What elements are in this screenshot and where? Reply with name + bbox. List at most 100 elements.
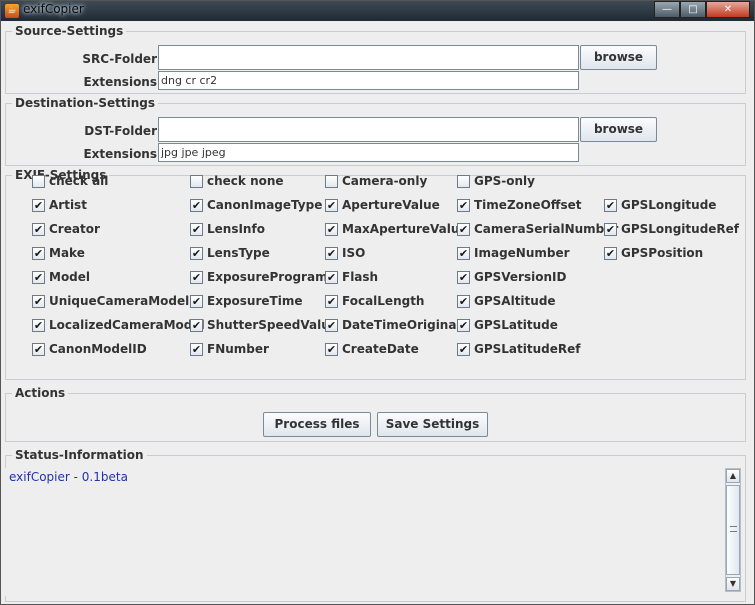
- checkbox-checked-icon[interactable]: ✔: [190, 294, 203, 308]
- checkbox-checked-icon[interactable]: ✔: [190, 318, 203, 332]
- checkbox-checked-icon[interactable]: ✔: [457, 294, 470, 308]
- checkbox-item[interactable]: ✔ LensType: [190, 245, 270, 261]
- checkbox-checked-icon[interactable]: ✔: [32, 294, 45, 308]
- checkbox-item[interactable]: ✔ LensInfo: [190, 221, 265, 237]
- checkbox-checked-icon[interactable]: ✔: [325, 246, 338, 260]
- checkbox-checked-icon[interactable]: ✔: [457, 222, 470, 236]
- checkbox-item[interactable]: Camera-only: [325, 173, 427, 189]
- checkbox-item[interactable]: ✔ MaxApertureValue: [325, 221, 468, 237]
- src-extensions-input[interactable]: dng cr cr2: [158, 71, 579, 90]
- checkbox-checked-icon[interactable]: ✔: [457, 270, 470, 284]
- checkbox-checked-icon[interactable]: ✔: [325, 198, 338, 212]
- checkbox-item[interactable]: ✔ CanonImageType: [190, 197, 322, 213]
- checkbox-label: ExposureTime: [207, 294, 303, 308]
- checkbox-item[interactable]: ✔ Make: [32, 245, 85, 261]
- checkbox-item[interactable]: ✔ CreateDate: [325, 341, 419, 357]
- src-browse-button[interactable]: browse: [580, 45, 657, 70]
- title-bar[interactable]: ☕ exifCopier — □ ✕: [1, 1, 754, 21]
- grip-icon: [730, 526, 737, 532]
- actions-legend: Actions: [15, 386, 66, 400]
- checkbox-label: Creator: [49, 222, 100, 236]
- checkbox-checked-icon[interactable]: ✔: [190, 222, 203, 236]
- checkbox-item[interactable]: ✔ ExposureProgram: [190, 269, 328, 285]
- checkbox-checked-icon[interactable]: ✔: [325, 294, 338, 308]
- checkbox-item[interactable]: ✔ UniqueCameraModel: [32, 293, 189, 309]
- checkbox-checked-icon[interactable]: ✔: [457, 198, 470, 212]
- checkbox-item[interactable]: ✔ ShutterSpeedValue: [190, 317, 338, 333]
- checkbox-item[interactable]: ✔ GPSPosition: [604, 245, 703, 261]
- destination-settings-legend: Destination-Settings: [15, 96, 155, 110]
- checkbox-item[interactable]: ✔ ExposureTime: [190, 293, 302, 309]
- checkbox-checked-icon[interactable]: ✔: [32, 318, 45, 332]
- scroll-down-icon[interactable]: ▼: [726, 577, 740, 591]
- checkbox-checked-icon[interactable]: ✔: [190, 198, 203, 212]
- checkbox-item[interactable]: check none: [190, 173, 284, 189]
- checkbox-checked-icon[interactable]: ✔: [325, 342, 338, 356]
- checkbox-checked-icon[interactable]: ✔: [32, 342, 45, 356]
- checkbox-checked-icon[interactable]: ✔: [325, 222, 338, 236]
- checkbox-item[interactable]: ✔ GPSLatitude: [457, 317, 558, 333]
- checkbox-item[interactable]: ✔ CameraSerialNumber: [457, 221, 618, 237]
- checkbox-item[interactable]: ✔ GPSLatitudeRef: [457, 341, 581, 357]
- dst-browse-button[interactable]: browse: [580, 117, 657, 142]
- checkbox-checked-icon[interactable]: ✔: [457, 318, 470, 332]
- checkbox-checked-icon[interactable]: ✔: [457, 342, 470, 356]
- checkbox-checked-icon[interactable]: ✔: [457, 246, 470, 260]
- checkbox-item[interactable]: ✔ DateTimeOriginal: [325, 317, 461, 333]
- src-extensions-label: Extensions: [83, 75, 157, 89]
- checkbox-unchecked-icon[interactable]: [325, 174, 338, 188]
- window-title: exifCopier: [23, 2, 84, 16]
- checkbox-item[interactable]: ✔ FocalLength: [325, 293, 424, 309]
- save-settings-button[interactable]: Save Settings: [377, 412, 488, 437]
- checkbox-item[interactable]: ✔ TimeZoneOffset: [457, 197, 582, 213]
- checkbox-item[interactable]: ✔ LocalizedCameraModel: [32, 317, 205, 333]
- process-files-button[interactable]: Process files: [263, 412, 371, 437]
- dst-extensions-input[interactable]: jpg jpe jpeg: [158, 143, 579, 162]
- checkbox-checked-icon[interactable]: ✔: [325, 318, 338, 332]
- checkbox-label: LocalizedCameraModel: [49, 318, 205, 332]
- checkbox-item[interactable]: ✔ Artist: [32, 197, 87, 213]
- minimize-button[interactable]: —: [654, 1, 680, 18]
- checkbox-item[interactable]: GPS-only: [457, 173, 535, 189]
- checkbox-item[interactable]: ✔ Flash: [325, 269, 378, 285]
- checkbox-label: Make: [49, 246, 85, 260]
- checkbox-item[interactable]: ✔ GPSVersionID: [457, 269, 566, 285]
- scroll-up-icon[interactable]: ▲: [726, 469, 740, 483]
- maximize-button[interactable]: □: [680, 1, 706, 18]
- checkbox-label: CanonImageType: [207, 198, 323, 212]
- checkbox-item[interactable]: ✔ ApertureValue: [325, 197, 440, 213]
- checkbox-checked-icon[interactable]: ✔: [32, 198, 45, 212]
- checkbox-item[interactable]: ✔ CanonModelID: [32, 341, 147, 357]
- status-text-area[interactable]: exifCopier - 0.1beta: [5, 468, 722, 596]
- checkbox-item[interactable]: check all: [32, 173, 108, 189]
- checkbox-checked-icon[interactable]: ✔: [32, 270, 45, 284]
- checkbox-checked-icon[interactable]: ✔: [190, 342, 203, 356]
- checkbox-checked-icon[interactable]: ✔: [604, 198, 617, 212]
- src-folder-input[interactable]: [158, 45, 579, 70]
- close-button[interactable]: ✕: [706, 1, 750, 18]
- checkbox-checked-icon[interactable]: ✔: [190, 270, 203, 284]
- checkbox-item[interactable]: ✔ Model: [32, 269, 90, 285]
- checkbox-unchecked-icon[interactable]: [190, 174, 203, 188]
- checkbox-checked-icon[interactable]: ✔: [32, 222, 45, 236]
- checkbox-checked-icon[interactable]: ✔: [32, 246, 45, 260]
- checkbox-checked-icon[interactable]: ✔: [604, 222, 617, 236]
- status-scrollbar[interactable]: ▲ ▼: [725, 468, 741, 592]
- checkbox-unchecked-icon[interactable]: [457, 174, 470, 188]
- checkbox-label: GPSLongitude: [621, 198, 717, 212]
- checkbox-item[interactable]: ✔ FNumber: [190, 341, 269, 357]
- checkbox-item[interactable]: ✔ ImageNumber: [457, 245, 570, 261]
- checkbox-item[interactable]: ✔ GPSLongitude: [604, 197, 716, 213]
- checkbox-item[interactable]: ✔ GPSAltitude: [457, 293, 556, 309]
- checkbox-unchecked-icon[interactable]: [32, 174, 45, 188]
- checkbox-item[interactable]: ✔ Creator: [32, 221, 100, 237]
- checkbox-item[interactable]: ✔ GPSLongitudeRef: [604, 221, 739, 237]
- checkbox-item[interactable]: ✔ ISO: [325, 245, 365, 261]
- checkbox-checked-icon[interactable]: ✔: [190, 246, 203, 260]
- checkbox-label: FNumber: [207, 342, 269, 356]
- dst-folder-input[interactable]: [158, 117, 579, 142]
- scroll-thumb[interactable]: [726, 485, 740, 575]
- checkbox-label: GPS-only: [474, 174, 535, 188]
- checkbox-checked-icon[interactable]: ✔: [604, 246, 617, 260]
- checkbox-checked-icon[interactable]: ✔: [325, 270, 338, 284]
